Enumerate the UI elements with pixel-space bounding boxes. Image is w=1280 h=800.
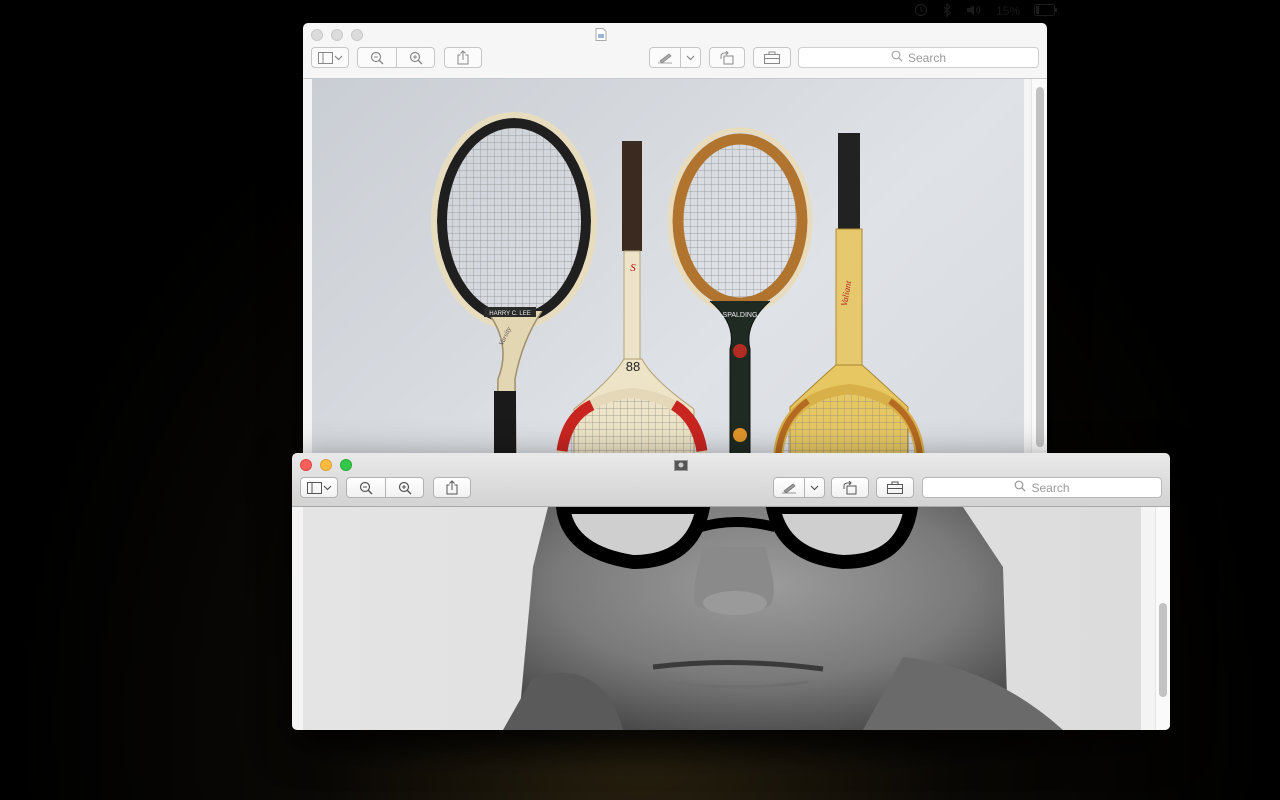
image-canvas[interactable]	[292, 507, 1170, 730]
sidebar-button[interactable]	[311, 47, 349, 68]
document-proxy-icon[interactable]	[595, 28, 607, 41]
window-controls	[300, 459, 352, 471]
rotate-icon	[719, 50, 735, 65]
racket-label-88: 88	[626, 359, 640, 374]
search-placeholder: Search	[907, 50, 947, 65]
zoom-out-button[interactable]	[346, 477, 386, 498]
window-toolbar: Search	[292, 453, 1170, 507]
sidebar-icon	[306, 481, 323, 494]
markup-button[interactable]	[649, 47, 681, 68]
chevron-down-icon	[810, 485, 819, 491]
racket-label-harry-c-lee: HARRY C. LEE	[489, 311, 530, 317]
zoom-out-icon	[370, 51, 384, 65]
share-button[interactable]	[444, 47, 482, 68]
chevron-down-icon	[334, 55, 343, 61]
zoom-in-icon	[409, 51, 423, 65]
portrait-photo	[303, 507, 1141, 730]
bluetooth-icon[interactable]	[942, 2, 952, 20]
share-icon	[457, 50, 469, 65]
volume-icon[interactable]	[966, 3, 982, 20]
markup-menu-button[interactable]	[681, 47, 701, 68]
zoom-button[interactable]	[340, 459, 352, 471]
document-proxy-icon[interactable]	[674, 458, 688, 471]
chevron-down-icon	[323, 485, 332, 491]
battery-icon[interactable]	[1034, 3, 1058, 19]
vertical-scrollbar[interactable]	[1155, 507, 1170, 730]
share-icon	[446, 480, 458, 495]
sidebar-icon	[317, 51, 334, 64]
zoom-out-icon	[359, 481, 373, 495]
markup-button[interactable]	[773, 477, 805, 498]
scrollbar-thumb[interactable]	[1036, 87, 1044, 447]
toolbox-icon	[764, 51, 780, 64]
minimize-button[interactable]	[320, 459, 332, 471]
racket-label-spalding: SPALDING	[723, 312, 758, 319]
zoom-in-button[interactable]	[386, 477, 424, 498]
search-field[interactable]: Search	[798, 47, 1039, 68]
zoom-button[interactable]	[351, 29, 363, 41]
rotate-button[interactable]	[709, 47, 745, 68]
share-button[interactable]	[433, 477, 471, 498]
zoom-out-button[interactable]	[357, 47, 397, 68]
markup-menu-button[interactable]	[805, 477, 825, 498]
zoom-in-button[interactable]	[397, 47, 435, 68]
search-placeholder: Search	[1031, 480, 1070, 495]
svg-text:S: S	[630, 262, 636, 274]
close-button[interactable]	[311, 29, 323, 41]
battery-percent[interactable]: 15%	[996, 4, 1020, 18]
menu-bar-extras: 15%	[860, 0, 1280, 22]
time-machine-icon[interactable]	[914, 3, 928, 20]
zoom-in-icon	[398, 481, 412, 495]
minimize-button[interactable]	[331, 29, 343, 41]
preview-window-portrait[interactable]: Search	[292, 453, 1170, 730]
search-icon	[1014, 480, 1026, 495]
window-controls	[311, 29, 363, 41]
markup-pen-icon	[656, 52, 674, 64]
toolbox-button[interactable]	[876, 477, 914, 498]
markup-pen-icon	[780, 482, 798, 494]
rotate-button[interactable]	[831, 477, 869, 498]
toolbox-icon	[887, 481, 903, 494]
search-icon	[891, 50, 903, 65]
rotate-icon	[842, 480, 858, 495]
scrollbar-thumb[interactable]	[1159, 603, 1167, 697]
sidebar-button[interactable]	[300, 477, 338, 498]
toolbox-button[interactable]	[753, 47, 791, 68]
close-button[interactable]	[300, 459, 312, 471]
search-field[interactable]: Search	[922, 477, 1162, 498]
window-toolbar: Search	[303, 23, 1047, 79]
chevron-down-icon	[686, 55, 695, 61]
